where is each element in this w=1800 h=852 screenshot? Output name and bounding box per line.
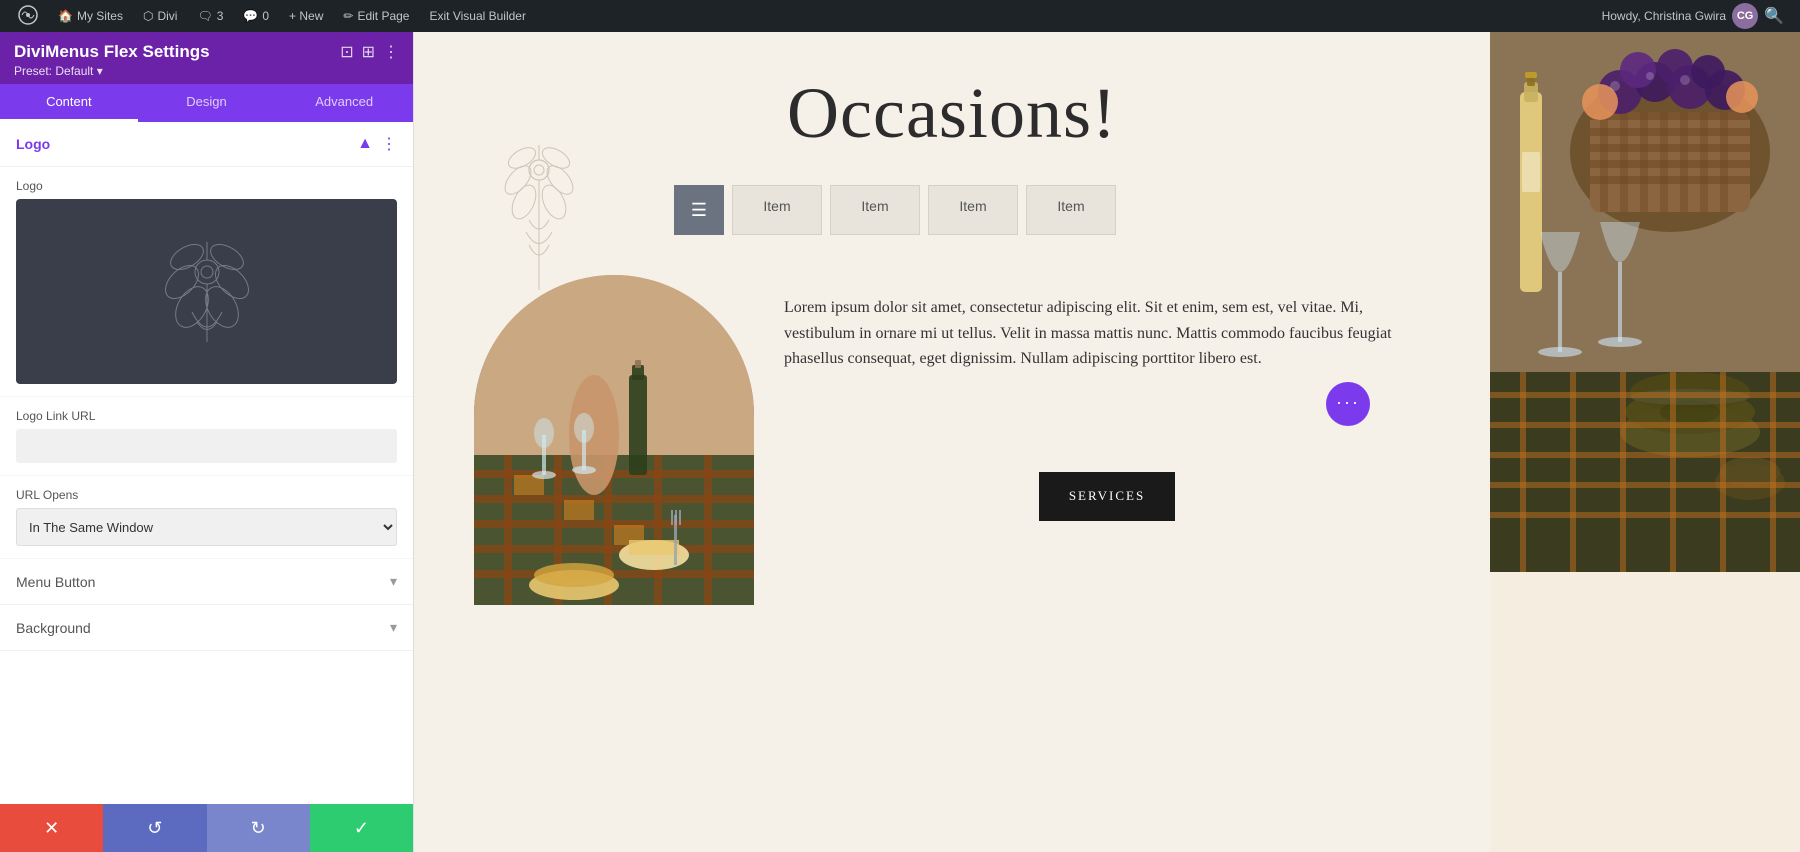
hamburger-icon: ☰ <box>691 200 707 221</box>
background-title: Background <box>16 620 91 636</box>
divi-button[interactable]: ⬡ Divi <box>133 0 187 32</box>
logo-field-label: Logo <box>16 179 397 193</box>
background-section[interactable]: Background ▾ <box>0 605 413 651</box>
content-text: Lorem ipsum dolor sit amet, consectetur … <box>784 275 1430 521</box>
exit-builder-label: Exit Visual Builder <box>429 9 526 23</box>
admin-bar: 🏠 My Sites ⬡ Divi 🗨 3 💬 0 + New ✏ Edit P… <box>0 0 1800 32</box>
menu-button-title: Menu Button <box>16 574 95 590</box>
side-image-top <box>1490 32 1800 572</box>
menu-button-chevron: ▾ <box>390 573 397 590</box>
hamburger-button[interactable]: ☰ <box>674 185 724 235</box>
tab-content[interactable]: Content <box>0 84 138 122</box>
redo-icon: ↻ <box>251 818 266 839</box>
tab-design[interactable]: Design <box>138 84 276 122</box>
avatar[interactable]: CG <box>1732 3 1758 29</box>
logo-section-header[interactable]: Logo ▲ ⋮ <box>0 122 413 167</box>
howdy-text: Howdy, Christina Gwira <box>1602 9 1726 23</box>
divi-icon: ⬡ <box>143 9 153 23</box>
logo-link-label: Logo Link URL <box>16 409 397 423</box>
logo-section-title: Logo <box>16 136 50 152</box>
admin-bar-right: Howdy, Christina Gwira CG 🔍 <box>1602 3 1792 29</box>
navigation-area: ☰ Item Item Item Item <box>414 175 1490 245</box>
cancel-icon: ✕ <box>44 818 59 839</box>
edit-page-label: Edit Page <box>357 9 409 23</box>
grid-icon[interactable]: ⊞ <box>362 42 375 62</box>
logo-field-group: Logo <box>0 167 413 397</box>
panel-title: DiviMenus Flex Settings <box>14 42 210 62</box>
services-container: ··· <box>784 372 1430 412</box>
main-layout: DiviMenus Flex Settings ⊡ ⊞ ⋮ Preset: De… <box>0 32 1800 852</box>
lorem-text: Lorem ipsum dolor sit amet, consectetur … <box>784 295 1430 372</box>
wp-logo-button[interactable] <box>8 0 48 32</box>
cancel-button[interactable]: ✕ <box>0 804 103 852</box>
background-chevron: ▾ <box>390 619 397 636</box>
panel-bottom-toolbar: ✕ ↺ ↻ ✓ <box>0 804 413 852</box>
edit-page-button[interactable]: ✏ Edit Page <box>333 0 419 32</box>
nav-item-3[interactable]: Item <box>1026 185 1116 235</box>
my-sites-label: My Sites <box>77 9 123 23</box>
nav-logo <box>474 120 604 300</box>
panel-header: DiviMenus Flex Settings ⊡ ⊞ ⋮ Preset: De… <box>0 32 413 84</box>
logo-preview[interactable] <box>16 199 397 384</box>
nav-item-1[interactable]: Item <box>830 185 920 235</box>
search-icon[interactable]: 🔍 <box>1764 6 1784 26</box>
wp-icon <box>18 5 38 28</box>
reply-icon: 💬 <box>243 9 258 23</box>
house-icon: 🏠 <box>58 9 73 23</box>
undo-icon: ↺ <box>147 818 162 839</box>
side-image-panel <box>1490 32 1800 852</box>
panel-content: Logo ▲ ⋮ Logo <box>0 122 413 804</box>
url-opens-field-group: URL Opens In The Same Window In A New Wi… <box>0 476 413 559</box>
comments-icon: 🗨 <box>197 9 212 23</box>
panel-preset[interactable]: Preset: Default ▾ <box>14 64 399 78</box>
save-icon: ✓ <box>354 818 369 839</box>
exit-builder-button[interactable]: Exit Visual Builder <box>419 0 536 32</box>
pencil-icon: ✏ <box>343 9 353 23</box>
undo-button[interactable]: ↺ <box>103 804 206 852</box>
picnic-image <box>474 275 754 605</box>
more-options-icon[interactable]: ⋮ <box>383 42 399 62</box>
comment-count: 3 <box>217 9 224 23</box>
save-button[interactable]: ✓ <box>310 804 413 852</box>
picnic-bg-image <box>474 275 754 605</box>
chevron-up-icon[interactable]: ▲ <box>357 135 373 153</box>
panel-title-row: DiviMenus Flex Settings ⊡ ⊞ ⋮ <box>14 42 399 62</box>
page-content: Occasions! <box>414 32 1490 852</box>
my-sites-button[interactable]: 🏠 My Sites <box>48 0 133 32</box>
replies-button[interactable]: 💬 0 <box>233 0 279 32</box>
new-button[interactable]: + New <box>279 0 333 32</box>
minimize-icon[interactable]: ⊡ <box>340 42 353 62</box>
logo-link-input[interactable] <box>16 429 397 463</box>
url-opens-label: URL Opens <box>16 488 397 502</box>
tab-advanced[interactable]: Advanced <box>275 84 413 122</box>
section-header-icons: ▲ ⋮ <box>357 134 397 154</box>
panel-title-icons: ⊡ ⊞ ⋮ <box>340 42 399 62</box>
right-content: Occasions! <box>414 32 1800 852</box>
logo-link-field-group: Logo Link URL <box>0 397 413 476</box>
nav-item-2[interactable]: Item <box>928 185 1018 235</box>
nav-item-0[interactable]: Item <box>732 185 822 235</box>
menu-button-section[interactable]: Menu Button ▾ <box>0 559 413 605</box>
redo-button[interactable]: ↻ <box>207 804 310 852</box>
floating-dots-button[interactable]: ··· <box>1326 382 1370 426</box>
section-more-icon[interactable]: ⋮ <box>381 134 397 154</box>
divi-label: Divi <box>157 9 177 23</box>
services-button[interactable]: SERVICES <box>1039 472 1175 521</box>
content-section: Lorem ipsum dolor sit amet, consectetur … <box>414 245 1490 635</box>
comments-button[interactable]: 🗨 3 <box>187 0 233 32</box>
url-opens-select[interactable]: In The Same Window In A New Window <box>16 508 397 546</box>
panel-tabs: Content Design Advanced <box>0 84 413 122</box>
side-image-bottom <box>1490 572 1800 852</box>
reply-count: 0 <box>262 9 269 23</box>
nav-items: ☰ Item Item Item Item <box>674 185 1116 235</box>
left-panel: DiviMenus Flex Settings ⊡ ⊞ ⋮ Preset: De… <box>0 32 414 852</box>
new-label: + New <box>289 9 323 23</box>
